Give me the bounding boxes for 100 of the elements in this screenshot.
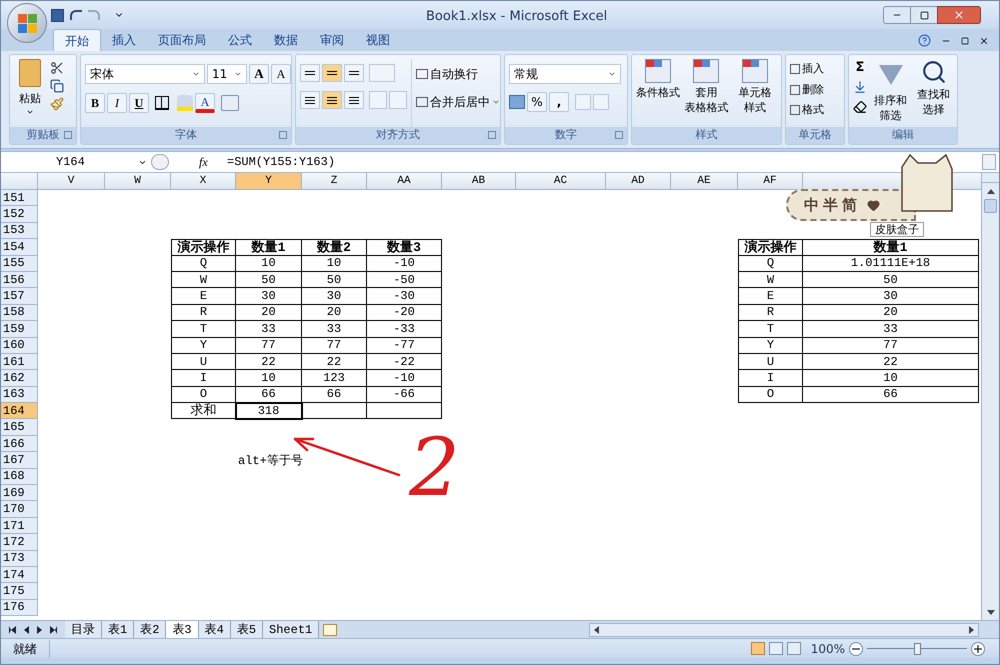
sheet-tab[interactable]: 表2 (134, 620, 166, 638)
ribbon-tab[interactable]: 视图 (355, 29, 401, 51)
row-header[interactable]: 157 (1, 288, 38, 305)
row-header[interactable]: 164 (1, 403, 38, 420)
bold-button[interactable]: B (85, 93, 105, 113)
borders-icon[interactable] (155, 96, 169, 110)
sheet-tab[interactable]: 表4 (198, 620, 231, 638)
ribbon-tab[interactable]: 开始 (53, 29, 101, 51)
eraser-icon[interactable] (853, 100, 867, 114)
normal-view-icon[interactable] (750, 642, 765, 655)
formula-field[interactable]: =SUM(Y155:Y163) (227, 153, 982, 171)
row-header[interactable]: 151 (1, 190, 38, 206)
row-header[interactable]: 158 (1, 304, 38, 322)
paste-button[interactable]: 粘贴 (14, 59, 46, 127)
column-header[interactable]: AA (367, 173, 442, 189)
cut-icon[interactable] (50, 61, 64, 75)
fill-icon[interactable] (853, 80, 867, 94)
column-header[interactable]: AE (671, 173, 738, 189)
row-header[interactable]: 152 (1, 206, 38, 223)
ribbon-tab[interactable]: 数据 (263, 29, 309, 51)
maximize-button[interactable] (911, 6, 937, 24)
zoom-slider[interactable] (867, 642, 967, 654)
horizontal-align-icon[interactable] (300, 91, 320, 109)
save-icon[interactable] (51, 8, 64, 22)
style-button[interactable]: 单元格 样式 (732, 59, 777, 127)
row-header[interactable]: 163 (1, 386, 38, 404)
cells-menu-button[interactable]: 格式 (790, 102, 824, 118)
dialog-launcher-icon[interactable] (64, 131, 72, 139)
grow-font-button[interactable]: A (249, 64, 269, 84)
fill-color-icon[interactable] (177, 95, 193, 111)
copy-icon[interactable] (50, 79, 64, 93)
sheet-tab[interactable]: 表1 (102, 620, 134, 638)
column-header[interactable]: AC (516, 173, 606, 189)
cells-menu-button[interactable]: 删除 (790, 82, 824, 98)
horizontal-align-icon[interactable] (344, 91, 364, 109)
column-header[interactable]: V (38, 173, 105, 189)
row-header[interactable]: 153 (1, 222, 38, 240)
page-break-icon[interactable] (786, 642, 801, 655)
sheet-tab[interactable]: 表5 (230, 620, 264, 638)
shrink-font-button[interactable]: A (271, 64, 291, 84)
percent-button[interactable]: % (527, 92, 547, 112)
scroll-up-icon[interactable] (986, 188, 994, 194)
row-header[interactable]: 162 (1, 370, 38, 387)
cells-menu-button[interactable]: 插入 (790, 61, 824, 78)
vertical-align-icon[interactable] (300, 64, 320, 82)
row-header[interactable]: 155 (1, 256, 38, 272)
autosum-button[interactable]: Σ (853, 61, 867, 74)
row-header[interactable]: 166 (1, 436, 38, 452)
help-icon[interactable] (918, 34, 931, 47)
row-header[interactable]: 161 (1, 354, 38, 370)
horizontal-scrollbar[interactable] (589, 622, 979, 636)
row-header[interactable]: 174 (1, 566, 38, 584)
row-header[interactable]: 171 (1, 518, 38, 534)
row-header[interactable]: 156 (1, 272, 38, 288)
dialog-launcher-icon[interactable] (615, 131, 623, 139)
row-header[interactable]: 175 (1, 583, 38, 600)
number-format-field[interactable]: 常规 (509, 64, 621, 84)
close-icon[interactable] (979, 36, 989, 46)
dialog-launcher-icon[interactable] (488, 131, 496, 139)
column-header[interactable]: W (105, 173, 171, 189)
row-header[interactable]: 169 (1, 485, 38, 502)
dialog-launcher-icon[interactable] (279, 131, 287, 139)
name-box[interactable]: Y164 (1, 152, 151, 172)
style-button[interactable]: 条件格式 (636, 59, 680, 127)
column-header[interactable]: AD (606, 173, 671, 189)
row-header[interactable]: 165 (1, 419, 38, 436)
close-button[interactable] (937, 6, 981, 24)
ribbon-tab[interactable]: 审阅 (309, 29, 355, 51)
comma-button[interactable]: , (549, 92, 569, 112)
ribbon-tab[interactable]: 页面布局 (147, 29, 217, 51)
row-header[interactable]: 168 (1, 468, 38, 486)
underline-button[interactable]: U (129, 93, 149, 113)
row-header[interactable]: 167 (1, 452, 38, 469)
sheet-tab[interactable]: 表3 (166, 620, 199, 638)
office-button[interactable] (7, 3, 47, 43)
row-header[interactable]: 170 (1, 501, 38, 518)
restore-icon[interactable] (961, 36, 969, 44)
row-header[interactable]: 172 (1, 534, 38, 551)
italic-button[interactable]: I (107, 93, 127, 113)
new-sheet-icon[interactable] (323, 624, 338, 636)
sheet-tab[interactable]: 目录 (65, 620, 102, 638)
row-header[interactable]: 176 (1, 600, 38, 616)
row-header[interactable]: 173 (1, 550, 38, 567)
undo-icon[interactable] (70, 10, 82, 20)
vertical-scrollbar[interactable] (981, 173, 999, 620)
ribbon-tab[interactable]: 插入 (101, 29, 147, 51)
vertical-align-icon[interactable] (322, 64, 342, 82)
column-header[interactable]: AB (442, 173, 516, 189)
editing-button[interactable]: 排序和 筛选 (871, 59, 910, 127)
scroll-down-icon[interactable] (986, 610, 994, 614)
ribbon-tab[interactable]: 公式 (217, 29, 263, 51)
insert-function-button[interactable]: fx (199, 153, 221, 171)
column-header[interactable]: Y (236, 173, 302, 189)
style-button[interactable]: 套用 表格格式 (684, 59, 729, 127)
zoom-out-icon[interactable] (849, 642, 863, 656)
row-header[interactable]: 154 (1, 239, 38, 256)
font-size-field[interactable]: 11 (207, 64, 247, 84)
row-header[interactable]: 159 (1, 321, 38, 338)
row-header[interactable]: 160 (1, 338, 38, 354)
font-name-field[interactable]: 宋体 (85, 64, 205, 84)
